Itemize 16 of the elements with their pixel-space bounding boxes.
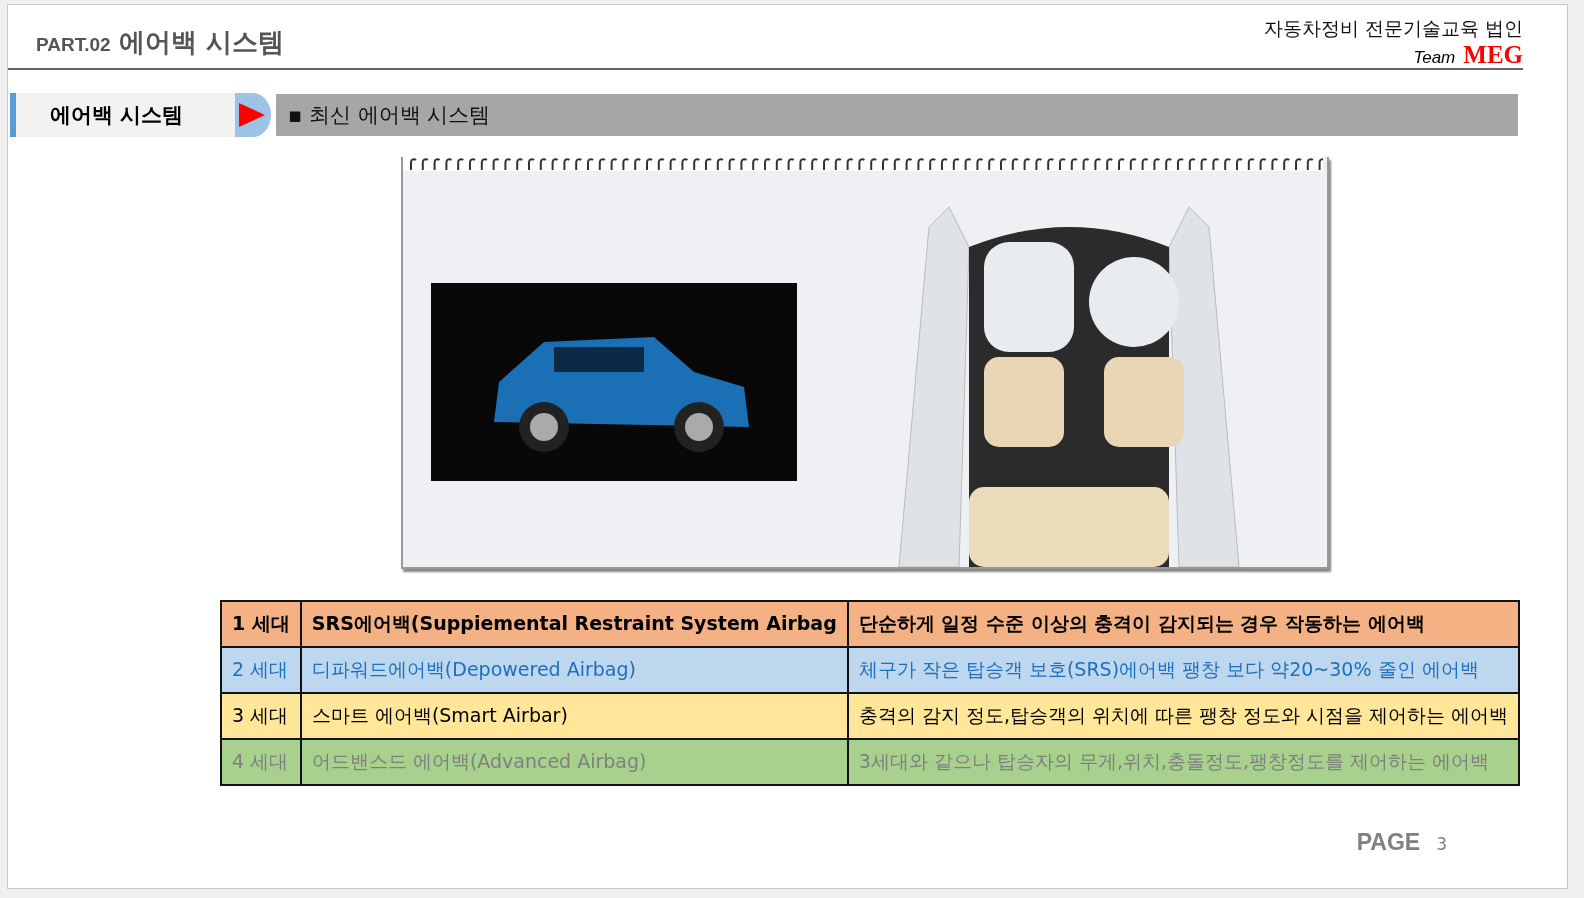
table-cell: 1 세대 (221, 601, 301, 647)
table-cell: 어드밴스드 에어백(Advanced Airbag) (300, 739, 848, 785)
play-arrow-icon (235, 93, 271, 137)
slide-title: 에어백 시스템 (118, 26, 284, 59)
team-name: MEG (1463, 42, 1523, 67)
section-label: 에어백 시스템 (10, 93, 235, 137)
section-heading: ▪ 최신 에어백 시스템 (276, 94, 1518, 136)
table-cell: SRS에어백(Suppiemental Restraint System Airbag (300, 601, 848, 647)
team-label: Team (1413, 48, 1456, 68)
table-cell: 3세대와 같으나 탑승자의 무게,위치,충돌정도,팽창정도를 제어하는 에어백 (847, 739, 1520, 785)
organization-name: 자동차정비 전문기술교육 법인 (1263, 16, 1523, 41)
page-number: 3 (1436, 834, 1447, 854)
table-cell: 4 세대 (221, 739, 301, 785)
page-label: PAGE (1356, 829, 1421, 856)
table-cell: 단순하게 일정 수준 이상의 충격이 감지되는 경우 작동하는 에어백 (847, 601, 1520, 647)
part-label: PART.02 (36, 34, 111, 56)
